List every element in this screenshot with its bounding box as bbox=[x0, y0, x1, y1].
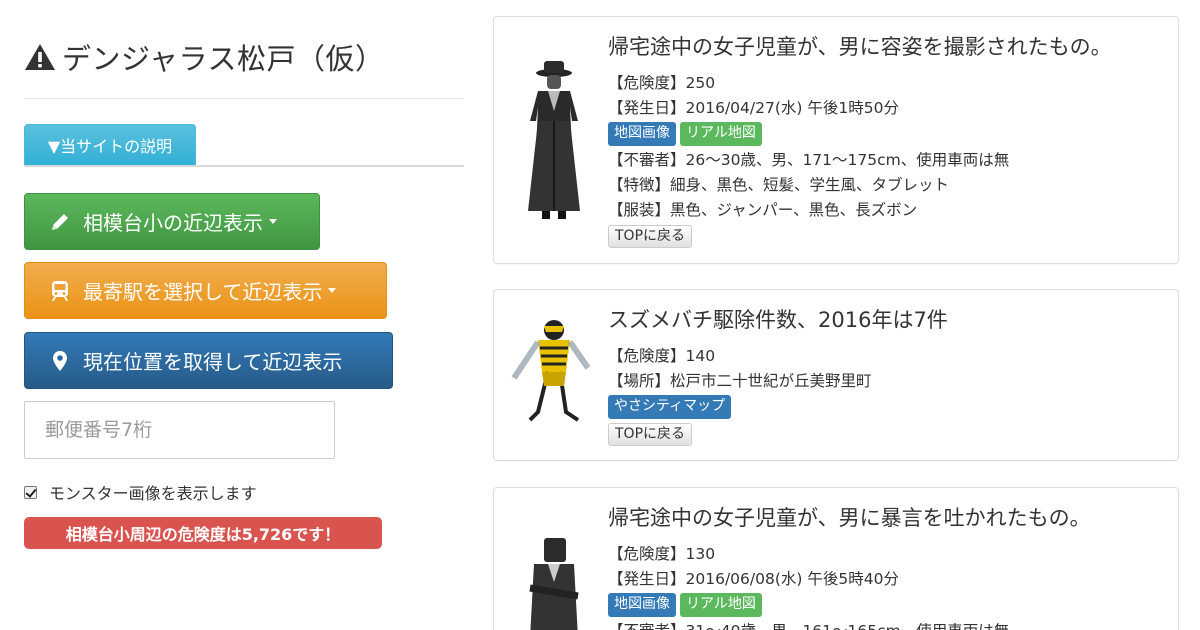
incident-suspect: 【不審者】26～30歳、男、171～175cm、使用車両は無 bbox=[608, 151, 1010, 169]
incident-suspect: 【不審者】31～40歳、男、161～165cm、使用車両は無 bbox=[608, 619, 1168, 630]
back-to-top-button[interactable]: TOPに戻る bbox=[608, 423, 693, 446]
real-map-link[interactable]: リアル地図 bbox=[680, 593, 762, 617]
dropdown-caret-icon bbox=[269, 219, 277, 224]
dropdown-caret-icon bbox=[328, 288, 337, 293]
hornet-woman-monster-image bbox=[511, 320, 591, 422]
incident-clothing: 【服装】黒色、ジャンパー、黒色、長ズボン bbox=[608, 201, 918, 219]
map-image-link[interactable]: 地図画像 bbox=[608, 593, 676, 617]
suited-man-monster-image bbox=[529, 538, 579, 630]
incident-date: 【発生日】2016/04/27(水) 午後1時50分 bbox=[608, 99, 899, 117]
zip-code-input[interactable] bbox=[24, 401, 335, 459]
near-school-button[interactable]: 相模台小の近辺表示 bbox=[24, 193, 320, 250]
incident-title: 帰宅途中の女子児童が、男に容姿を撮影されたもの。 bbox=[608, 35, 1112, 59]
incident-danger-level: 【危険度】140 bbox=[608, 347, 716, 365]
incident-card: スズメバチ駆除件数、2016年は7件 【危険度】140 【場所】松戸市二十世紀が… bbox=[493, 289, 1179, 461]
monster-image-toggle[interactable]: モンスター画像を表示します bbox=[24, 480, 257, 504]
pencil-icon bbox=[52, 213, 68, 230]
map-image-link[interactable]: 地図画像 bbox=[608, 122, 676, 146]
map-links: 地図画像 リアル地図 bbox=[608, 593, 1168, 617]
trenchcoat-man-monster-image bbox=[528, 61, 580, 219]
real-map-link[interactable]: リアル地図 bbox=[680, 122, 762, 146]
map-links: やさシティマップ bbox=[608, 395, 1168, 419]
nearest-station-button[interactable]: 最寄駅を選択して近辺表示 bbox=[24, 262, 387, 319]
current-location-label: 現在位置を取得して近辺表示 bbox=[83, 350, 343, 374]
monster-image-toggle-label: モンスター画像を表示します bbox=[49, 484, 257, 503]
back-to-top-button[interactable]: TOPに戻る bbox=[608, 225, 693, 248]
current-location-button[interactable]: 現在位置を取得して近辺表示 bbox=[24, 332, 393, 389]
map-links: 地図画像 リアル地図 bbox=[608, 122, 1168, 146]
monster-image-checkbox[interactable] bbox=[24, 485, 37, 499]
about-site-button[interactable]: ▼当サイトの説明 bbox=[24, 124, 196, 166]
incident-card: 帰宅途中の女子児童が、男に容姿を撮影されたもの。 【危険度】250 【発生日】2… bbox=[493, 16, 1179, 264]
about-divider bbox=[24, 165, 464, 167]
near-school-label: 相模台小の近辺表示 bbox=[83, 211, 263, 235]
warning-sign-icon bbox=[25, 44, 55, 70]
incident-card: 帰宅途中の女子児童が、男に暴言を吐かれたもの。 【危険度】130 【発生日】20… bbox=[493, 487, 1179, 630]
incident-danger-level: 【危険度】130 bbox=[608, 545, 716, 563]
incident-place: 【場所】松戸市二十世紀が丘美野里町 bbox=[608, 372, 872, 390]
yasa-city-map-link[interactable]: やさシティマップ bbox=[608, 395, 732, 419]
danger-summary-badge: 相模台小周辺の危険度は5,726です！ bbox=[24, 517, 382, 549]
title-divider bbox=[24, 98, 464, 99]
site-title: デンジャラス松戸（仮） bbox=[24, 36, 384, 78]
train-icon bbox=[52, 280, 68, 301]
sidebar: デンジャラス松戸（仮） ▼当サイトの説明 相模台小の近辺表示 最寄駅を選択して近… bbox=[24, 0, 464, 630]
map-marker-icon bbox=[53, 350, 67, 371]
incident-danger-level: 【危険度】250 bbox=[608, 74, 716, 92]
incident-features: 【特徴】細身、黒色、短髪、学生風、タブレット bbox=[608, 176, 950, 194]
incident-title: 帰宅途中の女子児童が、男に暴言を吐かれたもの。 bbox=[608, 506, 1091, 530]
incident-date: 【発生日】2016/06/08(水) 午後5時40分 bbox=[608, 570, 899, 588]
site-title-text: デンジャラス松戸（仮） bbox=[62, 42, 385, 76]
incident-title: スズメバチ駆除件数、2016年は7件 bbox=[608, 308, 948, 332]
nearest-station-label: 最寄駅を選択して近辺表示 bbox=[83, 280, 323, 304]
